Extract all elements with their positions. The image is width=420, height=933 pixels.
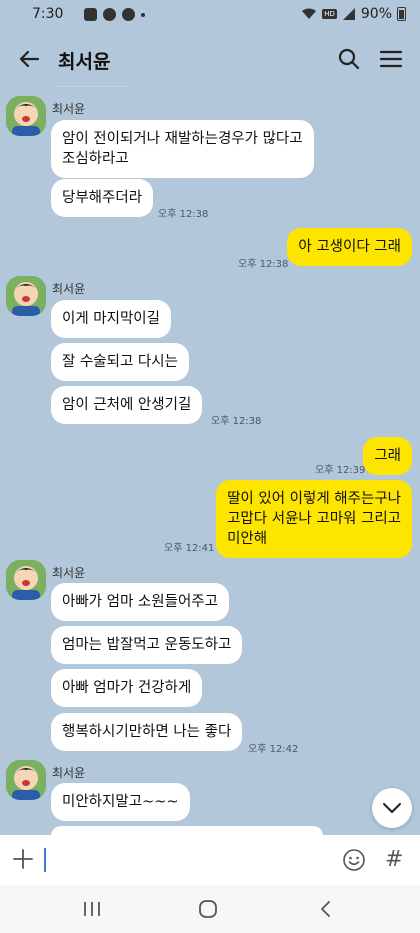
talk-icon: [103, 8, 116, 21]
message-time: 오후 12:41: [164, 543, 215, 554]
system-navigation-bar: [0, 885, 420, 933]
signal-icon: [342, 8, 355, 20]
battery-percent: 90%: [360, 6, 392, 22]
avatar[interactable]: [6, 560, 46, 600]
message-bubble[interactable]: 아빠 엄마가 건강하게: [51, 669, 203, 707]
sender-name: 최서윤: [52, 102, 86, 116]
chat-title: 최서윤: [58, 51, 111, 73]
message-text: 딸이 있어 이렇게 해주는구나: [227, 491, 401, 507]
message-bubble[interactable]: 암이 근처에 안생기길: [51, 386, 203, 424]
message-text: 고맙다 서윤나 고마워 그리고: [227, 511, 401, 527]
hash-icon[interactable]: #: [385, 847, 403, 872]
search-icon[interactable]: [334, 44, 364, 74]
message-time: 오후 12:38: [158, 209, 209, 220]
emoji-icon[interactable]: [342, 848, 366, 872]
home-icon[interactable]: [197, 898, 219, 920]
status-bar: 7:30 HD 90%: [0, 0, 420, 30]
avatar[interactable]: [6, 276, 46, 316]
plus-icon[interactable]: [12, 848, 34, 870]
avatar-image: [6, 560, 46, 600]
message-input[interactable]: [44, 848, 46, 872]
system-status: HD 90%: [301, 6, 406, 22]
header-divider: [56, 86, 128, 87]
hamburger-menu-icon[interactable]: [376, 44, 406, 74]
recent-apps-icon[interactable]: [82, 899, 102, 919]
message-input-bar: #: [0, 835, 420, 885]
message-bubble[interactable]: 암이 전이되거나 재발하는경우가 많다고 조심하라고: [51, 120, 314, 178]
sender-name: 최서윤: [52, 766, 86, 780]
message-bubble[interactable]: 미안하지말고~~~: [51, 783, 190, 821]
sender-name: 최서윤: [52, 282, 86, 296]
scroll-to-bottom-button[interactable]: [372, 788, 412, 828]
message-time: 오후 12:38: [238, 259, 289, 270]
message-text: 미안해: [227, 531, 268, 547]
more-notifications-icon: [141, 13, 145, 17]
message-time: 오후 12:42: [248, 744, 299, 755]
message-bubble-outgoing[interactable]: 딸이 있어 이렇게 해주는구나 고맙다 서윤나 고마워 그리고 미안해: [216, 480, 412, 558]
avatar-image: [6, 96, 46, 136]
message-bubble[interactable]: 엄마는 밥잘먹고 운동도하고: [51, 626, 243, 664]
message-time: 오후 12:38: [211, 416, 262, 427]
message-text: 암이 전이되거나 재발하는경우가 많다고: [62, 131, 303, 147]
message-time: 오후 12:39: [315, 465, 366, 476]
arrow-left-icon[interactable]: [14, 44, 44, 74]
avatar-image: [6, 276, 46, 316]
gallery-icon: [84, 8, 97, 21]
message-bubble-outgoing[interactable]: 그래: [363, 437, 412, 475]
back-nav-icon[interactable]: [316, 898, 336, 920]
message-text: 조심하라고: [62, 151, 129, 167]
battery-icon: [397, 7, 406, 21]
avatar[interactable]: [6, 760, 46, 800]
message-bubble[interactable]: 아빠가 엄마 소원들어주고: [51, 583, 229, 621]
status-time: 7:30: [32, 6, 64, 22]
volte-icon: HD: [322, 9, 337, 19]
wifi-icon: [302, 8, 317, 19]
chevron-down-icon: [383, 803, 401, 813]
message-bubble[interactable]: 이게 마지막이길: [51, 300, 171, 338]
chat-header: 최서윤: [0, 30, 420, 88]
message-bubble[interactable]: 잘 수술되고 다시는: [51, 343, 189, 381]
message-bubble[interactable]: 당부해주더라: [51, 179, 154, 217]
avatar[interactable]: [6, 96, 46, 136]
message-bubble[interactable]: 행복하시기만하면 나는 좋다: [51, 713, 243, 751]
avatar-image: [6, 760, 46, 800]
cloud-icon: [122, 8, 135, 21]
message-bubble-outgoing[interactable]: 아 고생이다 그래: [287, 228, 412, 266]
sender-name: 최서윤: [52, 566, 86, 580]
notification-icons: [84, 8, 145, 21]
